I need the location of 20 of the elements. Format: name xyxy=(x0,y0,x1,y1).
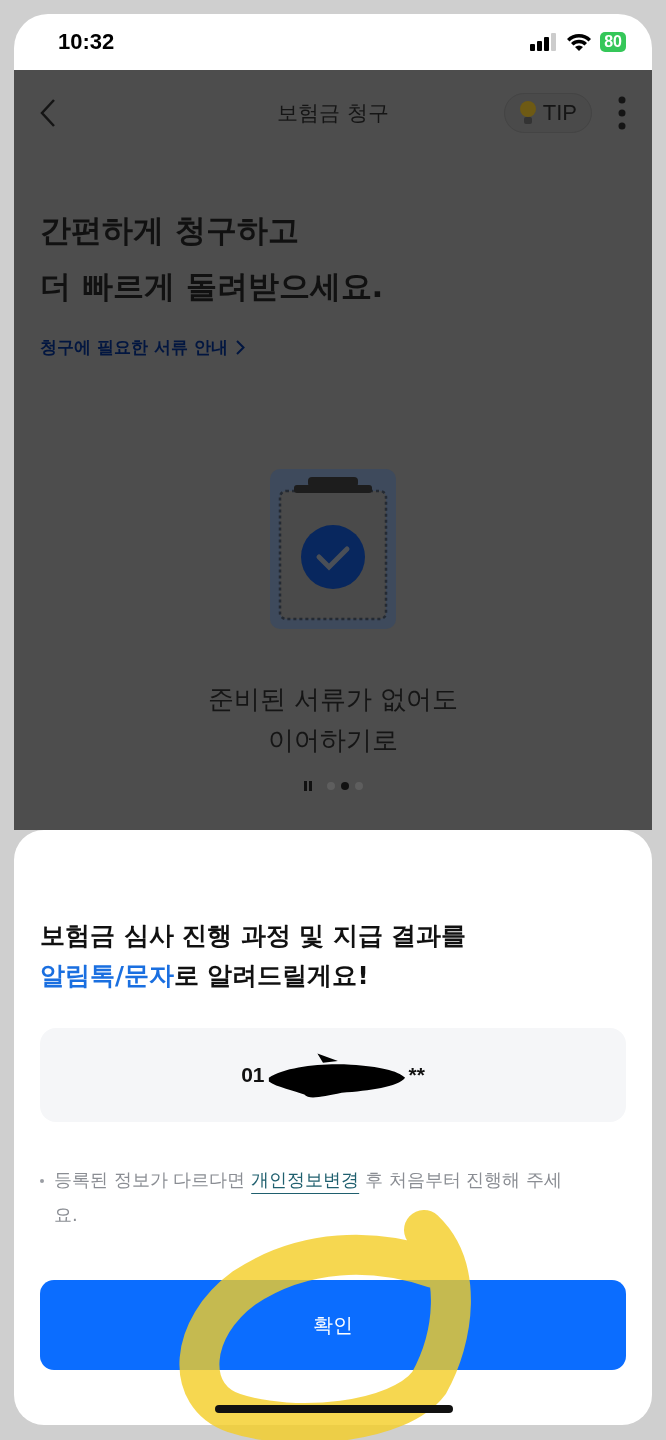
sheet-title: 보험금 심사 진행 과정 및 지급 결과를 알림톡/문자로 알려드릴게요! xyxy=(40,920,468,992)
wifi-icon xyxy=(566,32,593,52)
slide-caption: 준비된 서류가 없어도 이어하기로 xyxy=(206,683,460,757)
more-icon[interactable] xyxy=(618,96,626,130)
headline: 간편하게 청구하고 더 빠르게 돌려받으세요. xyxy=(40,211,385,306)
clipboard-check-icon xyxy=(270,469,396,629)
profile-change-link[interactable]: 개인정보변경 xyxy=(251,1169,360,1190)
pause-icon[interactable] xyxy=(303,781,313,791)
screen-title: 보험금 청구 xyxy=(277,100,389,127)
phone-number-end: ** xyxy=(408,1063,425,1087)
battery-level: 80 xyxy=(600,32,626,52)
chevron-icon xyxy=(235,340,245,355)
clock-time: 10:32 xyxy=(58,29,116,55)
bullet-icon xyxy=(40,1179,44,1183)
lightbulb-icon xyxy=(518,100,537,126)
page-dot[interactable] xyxy=(341,782,349,790)
back-icon[interactable] xyxy=(40,98,56,128)
signal-icon xyxy=(530,33,559,51)
info-note: 등록된 정보가 다르다면 개인정보변경 후 처음부터 진행해 주세요. xyxy=(54,1168,564,1227)
phone-number-start: 01 xyxy=(241,1063,265,1087)
